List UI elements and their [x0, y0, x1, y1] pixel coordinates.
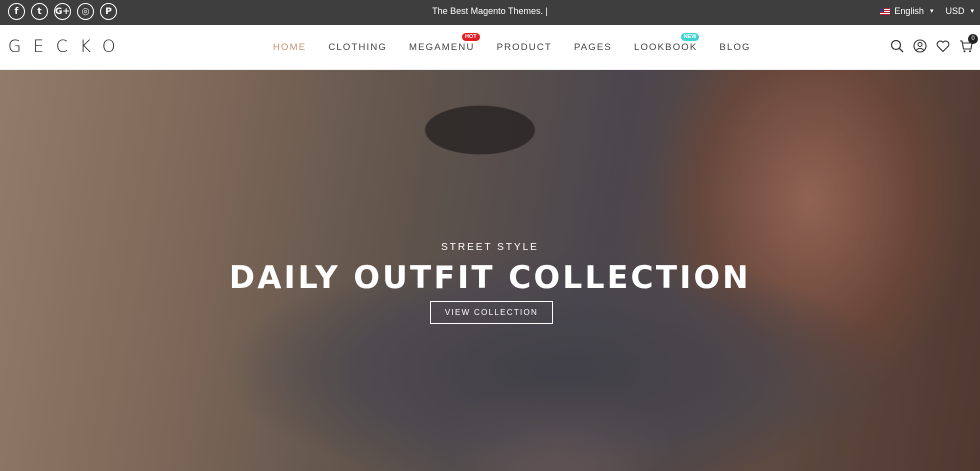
search-icon[interactable] [890, 39, 904, 53]
us-flag-icon [880, 7, 891, 15]
hero-banner: STREET STYLE DAILY OUTFIT COLLECTION VIE… [0, 70, 980, 471]
nav-clothing[interactable]: CLOTHING [328, 42, 387, 53]
hero-subtitle: STREET STYLE [441, 242, 539, 253]
chevron-down-icon: ▾ [929, 8, 934, 15]
nav-lookbook[interactable]: LOOKBOOK NEW [634, 33, 700, 53]
cart-icon[interactable]: 0 [959, 34, 978, 53]
nav-product[interactable]: PRODUCT [497, 42, 552, 53]
language-label: English [894, 6, 924, 16]
nav-megamenu[interactable]: MEGAMENU HOT [409, 33, 480, 53]
user-icon[interactable] [913, 39, 927, 53]
currency-selector[interactable]: USD ▾ [945, 6, 974, 16]
site-header: GECKO HOME CLOTHING MEGAMENU HOT PRODUCT … [0, 25, 980, 70]
header-icons: 0 [890, 34, 978, 53]
logo[interactable]: GECKO [8, 37, 127, 57]
nav-home[interactable]: HOME [273, 42, 306, 53]
main-nav: HOME CLOTHING MEGAMENU HOT PRODUCT PAGES … [273, 33, 773, 53]
language-selector[interactable]: English ▾ [880, 6, 933, 16]
currency-label: USD [945, 6, 965, 16]
heart-icon[interactable] [936, 39, 950, 53]
cart-count-badge: 0 [968, 34, 978, 44]
new-badge: NEW [680, 33, 700, 41]
view-collection-button[interactable]: VIEW COLLECTION [430, 301, 553, 324]
top-bar: f t G+ ◎ P The Best Magento Themes. | En… [0, 0, 980, 25]
nav-pages[interactable]: PAGES [574, 42, 612, 53]
hot-badge: HOT [461, 33, 480, 41]
nav-blog[interactable]: BLOG [719, 42, 750, 53]
chevron-down-icon: ▾ [970, 8, 974, 15]
tagline: The Best Magento Themes. | [432, 6, 548, 16]
hero-title: DAILY OUTFIT COLLECTION [229, 260, 751, 296]
